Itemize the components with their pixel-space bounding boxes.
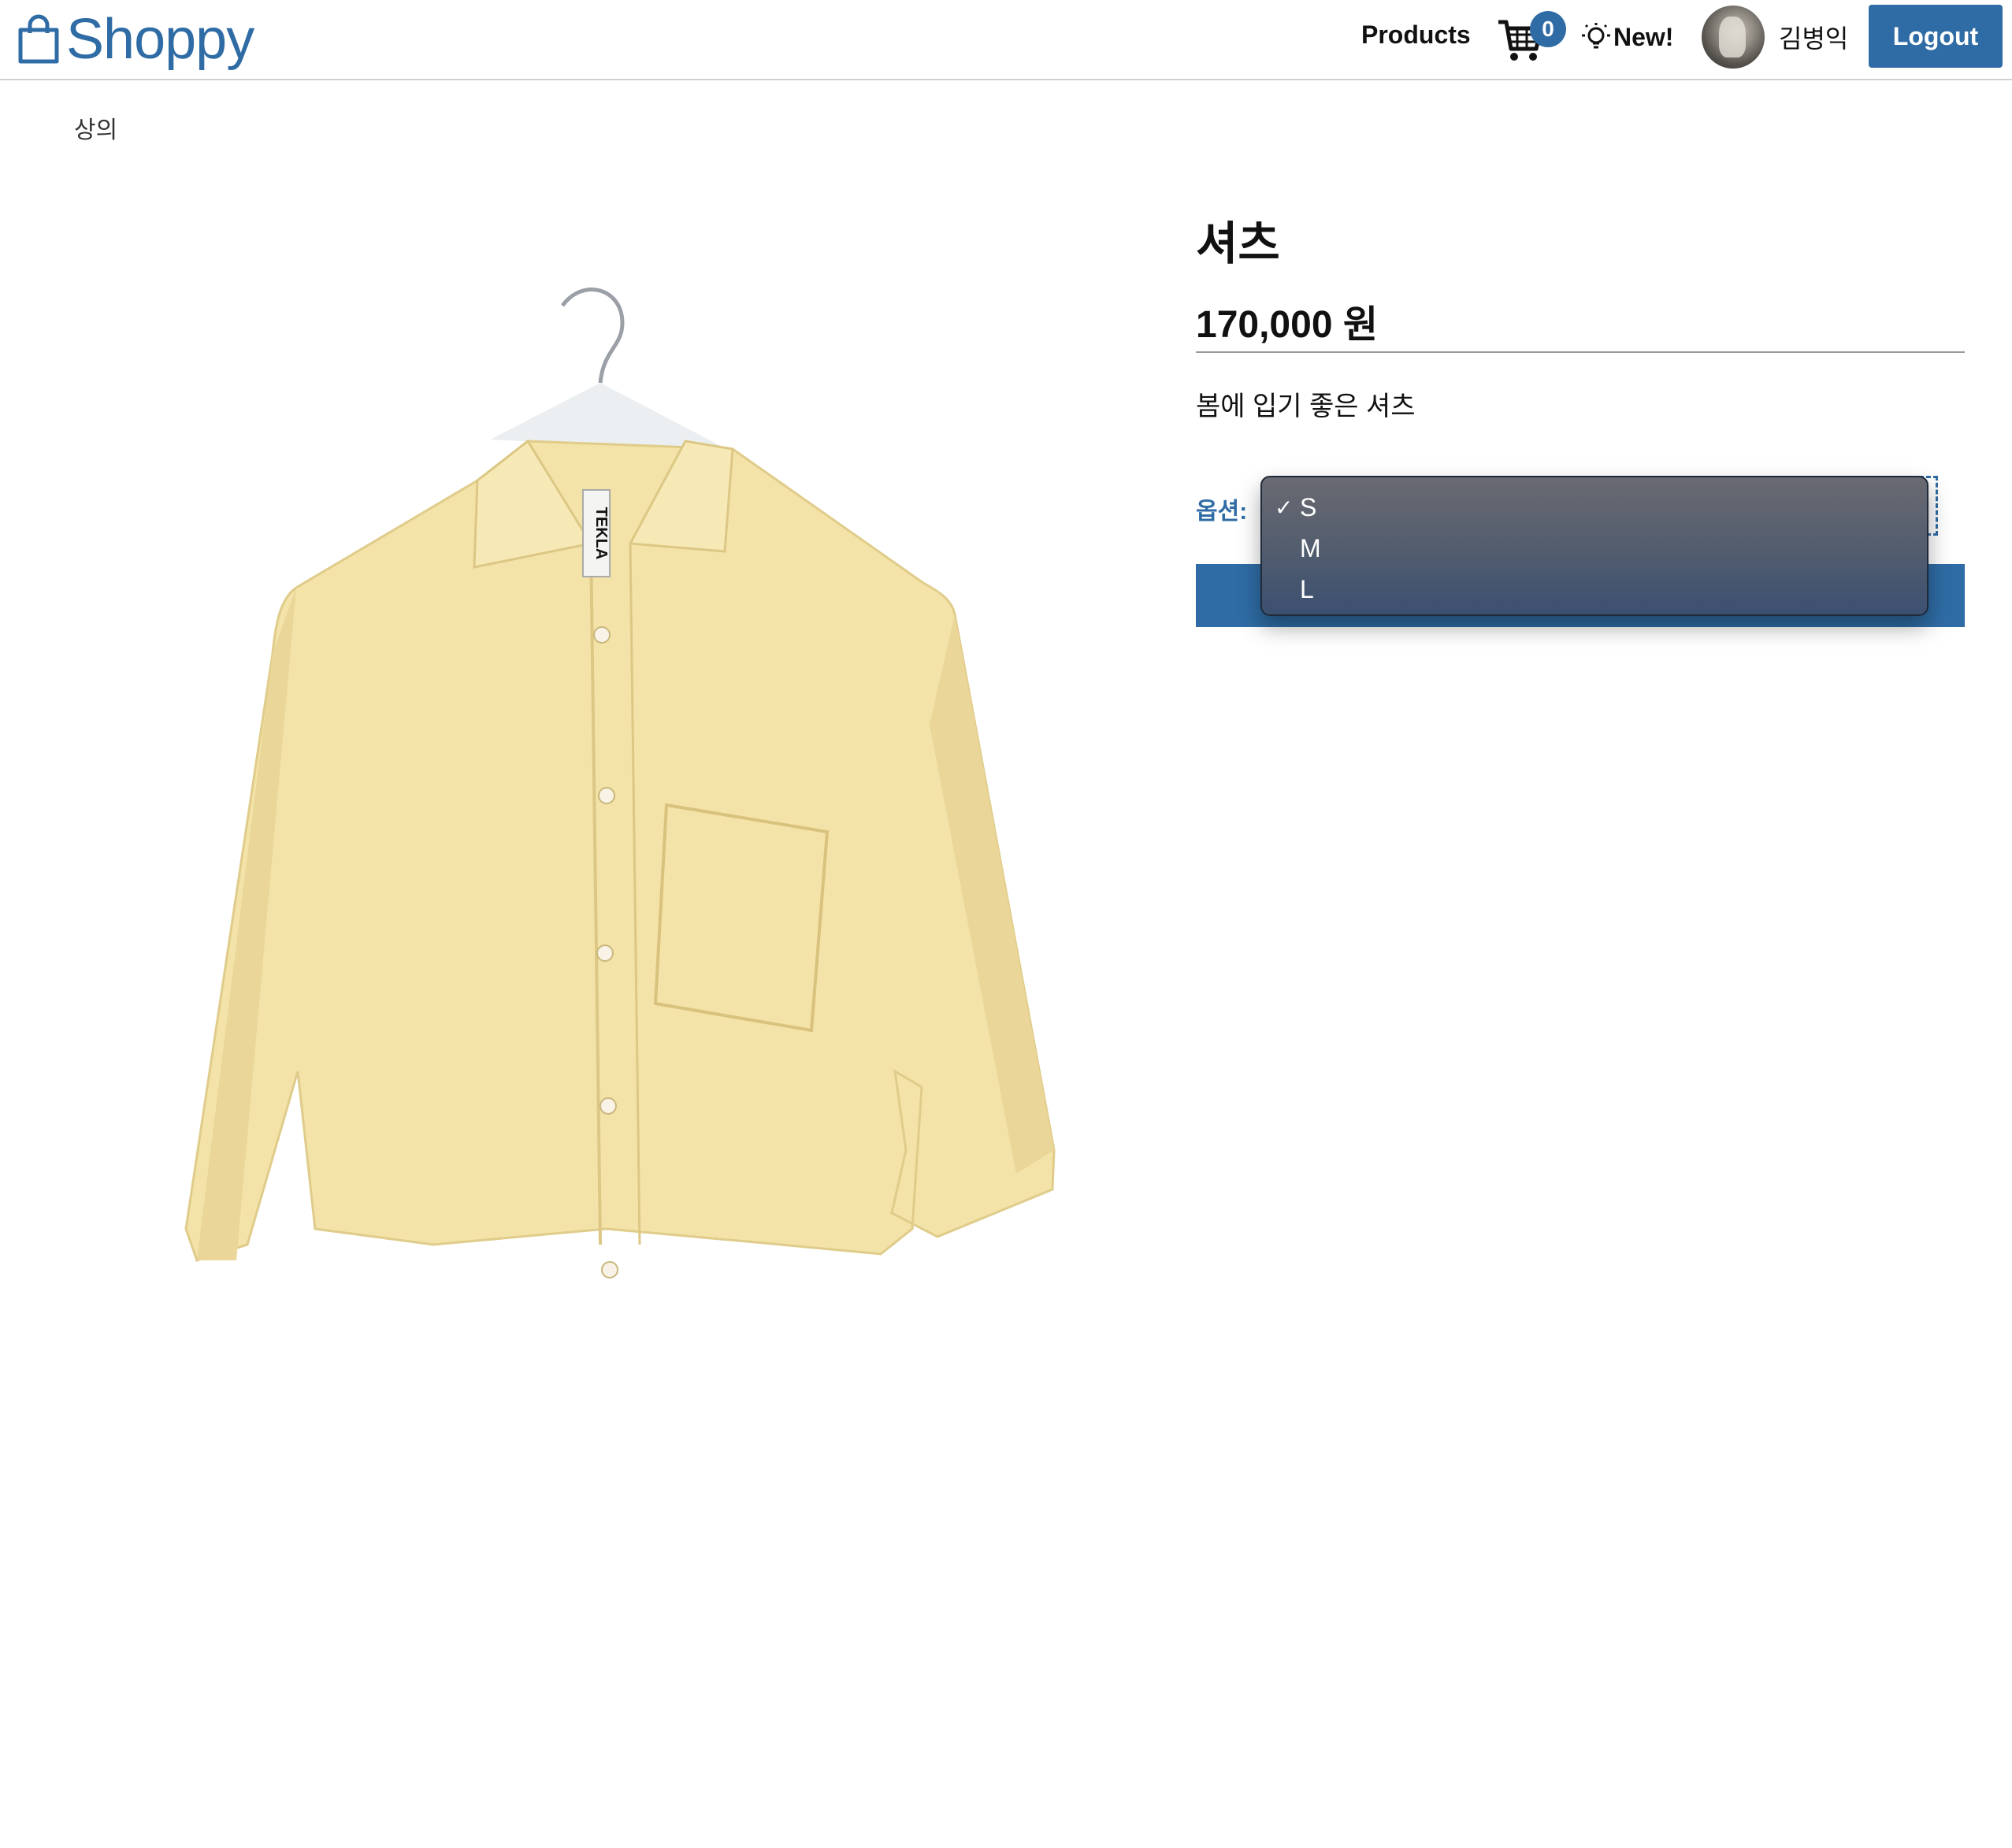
cart-button[interactable]: 0 — [1497, 9, 1568, 66]
product-description: 봄에 입기 좋은 셔츠 — [1196, 391, 1416, 421]
category-breadcrumb[interactable]: 상의 — [74, 110, 117, 145]
divider — [1196, 351, 1965, 353]
hanger-tag-text: TEKLA — [592, 507, 610, 560]
cart-count-badge: 0 — [1530, 11, 1566, 47]
products-link[interactable]: Products — [1361, 20, 1471, 50]
shopping-bag-icon — [18, 14, 59, 64]
new-product-link[interactable]: New! — [1579, 17, 1673, 57]
logout-button[interactable]: Logout — [1869, 5, 2003, 68]
option-label: 옵션: — [1196, 499, 1248, 525]
lightbulb-icon — [1582, 23, 1610, 49]
username: 김병익 — [1779, 24, 1849, 53]
logo-link[interactable]: Shoppy — [16, 8, 254, 71]
product-title: 셔츠 — [1196, 218, 1280, 269]
logo-text: Shoppy — [66, 8, 254, 71]
size-dropdown-menu[interactable]: ✓ S M L — [1260, 476, 1928, 616]
user-avatar — [1702, 6, 1765, 69]
size-option-label: L — [1300, 574, 1314, 603]
checkmark-icon: ✓ — [1275, 495, 1294, 520]
product-price: 170,000 원 — [1196, 304, 1379, 346]
size-option-label: M — [1300, 533, 1321, 562]
shirt-graphic — [184, 440, 1056, 1262]
top-navbar: Shoppy Products 0 New! 김병익 Logout — [0, 0, 2012, 80]
size-option-m[interactable]: M — [1275, 528, 1321, 569]
size-option-s[interactable]: ✓ S — [1275, 487, 1316, 528]
hanger-graphic — [490, 288, 733, 452]
size-option-label: S — [1300, 492, 1317, 521]
new-label: New! — [1613, 22, 1674, 51]
size-option-l[interactable]: L — [1275, 569, 1314, 610]
product-image: TEKLA — [184, 288, 1056, 1278]
